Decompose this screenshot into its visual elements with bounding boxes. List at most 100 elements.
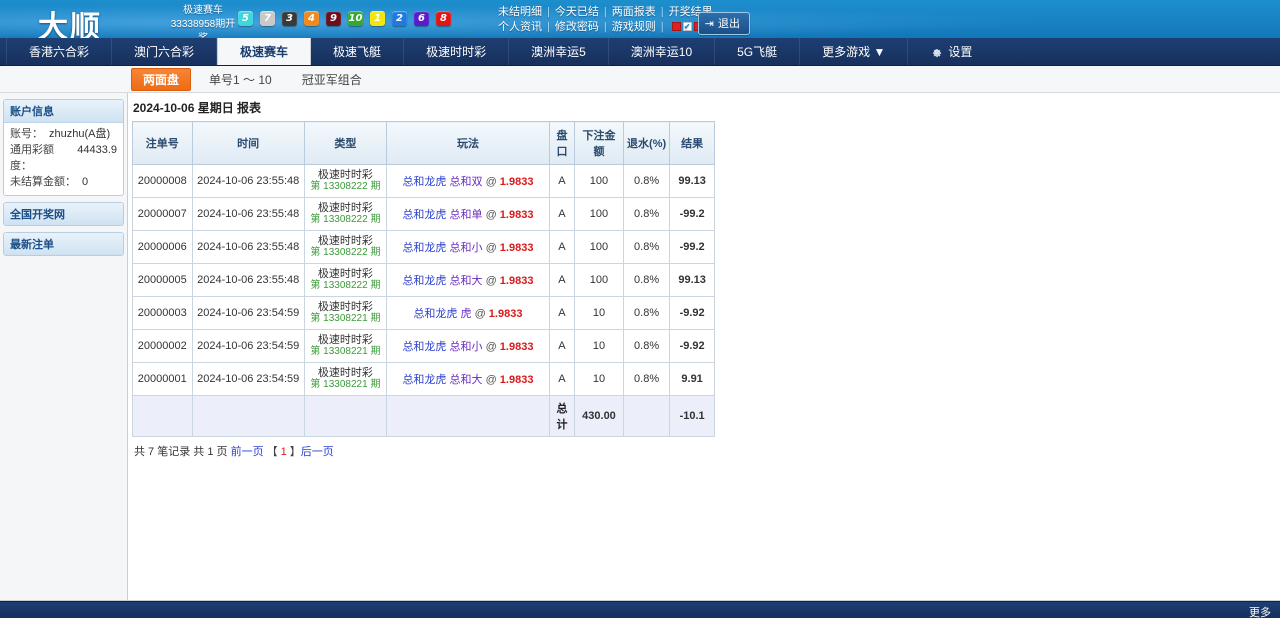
issue-suffix: 期: [370, 181, 381, 192]
link-separator: |: [660, 21, 664, 33]
draw-ball-7: 1: [370, 11, 385, 26]
column-header-7: 结果: [669, 121, 715, 165]
link-game-rules[interactable]: 游戏规则: [612, 21, 656, 33]
cell-time: 2024-10-06 23:55:48: [191, 197, 305, 231]
link-settled-today[interactable]: 今天已结: [555, 6, 599, 18]
play-odds: 1.9833: [499, 275, 534, 287]
link-separator: |: [603, 6, 607, 18]
cell-panel: A: [548, 263, 576, 297]
sidebar-item-label: 最新注单: [4, 233, 123, 255]
cell-bet-id: 20000002: [132, 329, 193, 363]
top-links-row-2: 个人资讯 | 修改密码 | 游戏规则 | ✔: [498, 20, 714, 35]
logout-icon: ⇥: [704, 17, 714, 30]
play-selection: 总和大: [449, 374, 483, 386]
nav-item-4[interactable]: 极速时时彩: [404, 38, 510, 65]
cell-play: 总和龙虎 总和双 @ 1.9833: [386, 164, 550, 198]
link-separator: |: [660, 6, 664, 18]
page-title: 2024-10-06 星期日 报表: [133, 101, 262, 115]
issue-number: 13308222: [323, 247, 368, 258]
link-change-password[interactable]: 修改密码: [555, 21, 599, 33]
nav-item-7[interactable]: 5G飞艇: [715, 38, 801, 65]
logout-button[interactable]: ⇥ 退出: [697, 12, 750, 35]
total-rebate-blank: [622, 395, 671, 437]
account-row-value: 0: [82, 176, 89, 188]
nav-item-2[interactable]: 极速赛车: [217, 38, 312, 65]
nav-item-5[interactable]: 澳洲幸运5: [509, 38, 609, 65]
pagination-next[interactable]: 后一页: [301, 446, 334, 458]
cell-rebate: 0.8%: [622, 230, 671, 264]
nav-item-label: 澳洲幸运5: [531, 45, 586, 59]
issue-suffix: 期: [370, 214, 381, 225]
sub-tab-1[interactable]: 单号1 ～ 10: [197, 68, 284, 91]
cell-panel: A: [548, 362, 576, 396]
draw-ball-6: 10: [348, 11, 363, 26]
nav-item-label: 更多游戏 ▼: [822, 45, 886, 59]
at-symbol: @: [485, 341, 497, 353]
play-selection: 虎: [460, 308, 472, 320]
cell-type-name: 极速时时彩: [317, 301, 373, 313]
pagination-prev[interactable]: 前一页: [231, 446, 264, 458]
report-table: 注单号 时间 类型 玩法 盘口 下注金额 退水(%) 结果 20000008 2024-10-0…: [132, 121, 715, 437]
link-unsettled-detail[interactable]: 未结明细: [498, 6, 542, 18]
play-odds: 1.9833: [499, 341, 534, 353]
account-row-value: zhuzhu(A盘): [49, 128, 111, 140]
nav-item-1[interactable]: 澳门六合彩: [112, 38, 218, 65]
footer-bar: 更多: [0, 601, 1280, 618]
draw-game-name: 极速赛车: [183, 5, 223, 16]
play-category: 总和龙虎: [402, 242, 447, 254]
sub-tab-bar: 两面盘 单号1 ～ 10 冠亚军组合: [0, 66, 1280, 93]
play-selection: 总和单: [449, 209, 483, 221]
draw-ball-4: 4: [304, 11, 319, 26]
cell-type: 极速时时彩第 13308221 期: [303, 296, 388, 330]
cell-time: 2024-10-06 23:54:59: [191, 329, 305, 363]
sidebar-item-national-lottery[interactable]: 全国开奖网: [3, 202, 124, 226]
nav-settings-label: 设置: [948, 45, 973, 59]
cell-type-name: 极速时时彩: [317, 334, 373, 346]
pagination-open-bracket: 【: [266, 446, 278, 458]
account-info-panel: 账户信息 账号： zhuzhu(A盘) 通用彩额度： 44433.9 未结算金额： 0: [3, 99, 124, 196]
pagination-current-page[interactable]: 1: [278, 446, 290, 458]
sub-tab-2[interactable]: 冠亚军组合: [290, 68, 374, 91]
link-two-sided-report[interactable]: 两面报表: [612, 6, 656, 18]
sidebar-item-latest-bets[interactable]: 最新注单: [3, 232, 124, 256]
nav-item-8[interactable]: 更多游戏 ▼: [800, 38, 909, 65]
nav-item-settings[interactable]: 设置: [908, 38, 994, 65]
table-row: 20000001 2024-10-06 23:54:59 极速时时彩第 133082…: [132, 362, 715, 396]
nav-item-label: 极速飞艇: [333, 45, 382, 59]
theme-swatch-1[interactable]: [671, 22, 681, 31]
table-header-row: 注单号 时间 类型 玩法 盘口 下注金额 退水(%) 结果: [132, 121, 715, 165]
play-category: 总和龙虎: [402, 275, 447, 287]
sub-tab-0[interactable]: 两面盘: [131, 67, 192, 91]
draw-ball-8: 2: [392, 11, 407, 26]
cell-play: 总和龙虎 总和小 @ 1.9833: [386, 329, 550, 363]
cell-play: 总和龙虎 总和大 @ 1.9833: [386, 263, 550, 297]
cell-bet-id: 20000003: [132, 296, 193, 330]
play-odds: 1.9833: [499, 209, 534, 221]
issue-prefix: 第: [310, 214, 321, 225]
cell-amount: 100: [574, 230, 624, 264]
issue-number: 13308221: [323, 379, 368, 390]
play-odds: 1.9833: [499, 176, 534, 188]
cell-panel: A: [548, 197, 576, 231]
nav-item-6[interactable]: 澳洲幸运10: [609, 38, 716, 65]
column-header-4: 盘口: [548, 121, 576, 165]
nav-item-0[interactable]: 香港六合彩: [6, 38, 113, 65]
nav-item-label: 澳门六合彩: [134, 45, 195, 59]
column-header-2: 类型: [303, 121, 388, 165]
top-banner: 大顺 极速赛车 33338958期开奖 57349 10 1268 未结明细 | 今天已…: [0, 0, 1280, 38]
account-info-header[interactable]: 账户信息: [4, 100, 123, 123]
footer-more-link[interactable]: 更多: [1249, 604, 1271, 618]
table-row: 20000003 2024-10-06 23:54:59 极速时时彩第 133082…: [132, 296, 715, 330]
main-content: 2024-10-06 星期日 报表 注单号 时间 类型 玩法 盘口 下注金额 退水(%) 结果…: [128, 93, 1280, 601]
nav-item-3[interactable]: 极速飞艇: [311, 38, 405, 65]
cell-result: 99.13: [669, 164, 715, 198]
cell-panel: A: [548, 296, 576, 330]
play-odds: 1.9833: [499, 374, 534, 386]
top-links: 未结明细 | 今天已结 | 两面报表 | 开奖结果 个人资讯 | 修改密码 | 游戏规则 | ✔: [498, 5, 714, 35]
link-personal-info[interactable]: 个人资讯: [498, 21, 542, 33]
top-links-row-1: 未结明细 | 今天已结 | 两面报表 | 开奖结果: [498, 5, 714, 20]
app-root: 大顺 极速赛车 33338958期开奖 57349101268 未结明细|今天已…: [0, 0, 1280, 618]
cell-type: 极速时时彩第 13308222 期: [303, 263, 388, 297]
theme-swatch-2[interactable]: ✔: [682, 22, 692, 31]
cell-type-issue: 第 13308222 期: [308, 247, 383, 259]
